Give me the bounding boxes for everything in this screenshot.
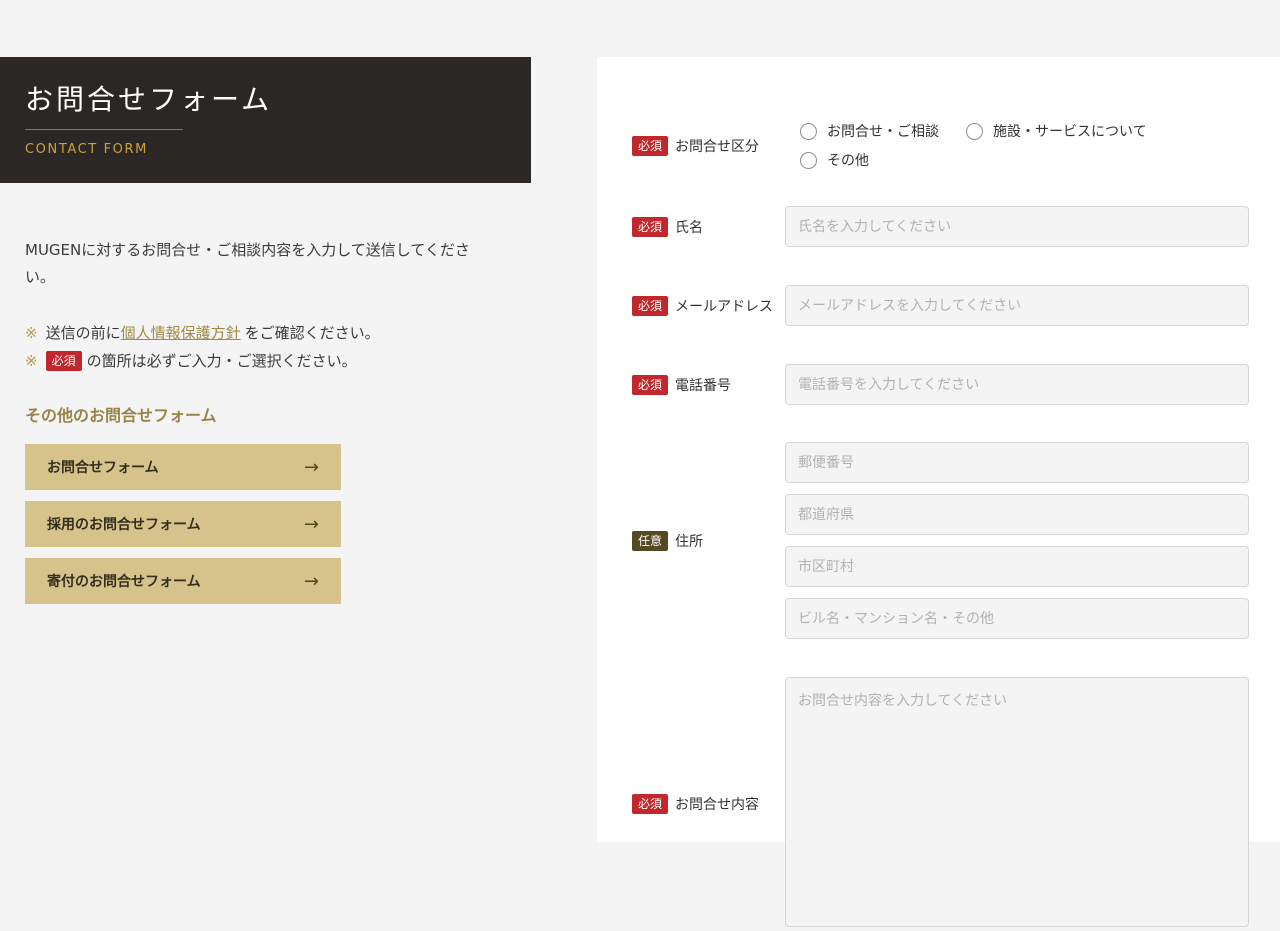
name-label: 必須 氏名 — [632, 217, 785, 237]
privacy-note-text: 送信の前に — [46, 320, 121, 348]
radio-option-label: 施設・サービスについて — [993, 121, 1147, 141]
radio-line: お問合せ・ご相談 施設・サービスについて — [800, 121, 1249, 141]
page-title: お問合せフォーム — [25, 78, 531, 118]
form-notes: ※ 送信の前に 個人情報保護方針 をご確認ください。 ※ 必須 の箇所は必ずご入… — [25, 320, 495, 375]
donation-contact-form-button[interactable]: 寄付のお問合せフォーム → — [25, 558, 341, 604]
category-label: 必須 お問合せ区分 — [632, 136, 785, 156]
contact-form-header: お問合せフォーム CONTACT FORM — [0, 57, 531, 183]
email-label: 必須 メールアドレス — [632, 296, 785, 316]
phone-row: 必須 電話番号 — [632, 364, 1249, 405]
radio-option-label: お問合せ・ご相談 — [827, 121, 939, 141]
optional-badge: 任意 — [632, 531, 668, 551]
field-label: 氏名 — [675, 217, 703, 237]
page-subtitle: CONTACT FORM — [25, 142, 531, 157]
phone-input[interactable] — [785, 364, 1249, 405]
button-label: 採用のお問合せフォーム — [47, 514, 201, 534]
required-badge: 必須 — [632, 794, 668, 814]
required-badge: 必須 — [632, 136, 668, 156]
field-label: 住所 — [675, 531, 703, 551]
prefecture-input[interactable] — [785, 494, 1249, 535]
button-label: 寄付のお問合せフォーム — [47, 571, 201, 591]
radio-option-label: その他 — [827, 150, 869, 170]
zip-input[interactable] — [785, 442, 1249, 483]
required-badge: 必須 — [46, 351, 82, 371]
other-forms-heading: その他のお問合せフォーム — [25, 402, 495, 426]
privacy-note-suffix: をご確認ください。 — [245, 320, 380, 348]
email-row: 必須 メールアドレス — [632, 285, 1249, 326]
radio-option-facility[interactable]: 施設・サービスについて — [966, 121, 1147, 141]
contact-form-button[interactable]: お問合せフォーム → — [25, 444, 341, 490]
privacy-policy-link[interactable]: 個人情報保護方針 — [121, 320, 241, 348]
building-input[interactable] — [785, 598, 1249, 639]
radio-button-icon[interactable] — [800, 123, 817, 140]
asterisk-marker: ※ — [25, 320, 38, 348]
sidebar-body: MUGENに対するお問合せ・ご相談内容を入力して送信してください。 ※ 送信の前… — [25, 237, 495, 615]
contact-form-panel: 必須 お問合せ区分 お問合せ・ご相談 施設・サービスについて その他 — [597, 57, 1280, 842]
required-note-text: の箇所は必ずご入力・ご選択ください。 — [87, 348, 357, 376]
name-input[interactable] — [785, 206, 1249, 247]
field-label: お問合せ内容 — [675, 794, 759, 814]
arrow-right-icon: → — [304, 514, 319, 535]
city-input[interactable] — [785, 546, 1249, 587]
other-forms-list: お問合せフォーム → 採用のお問合せフォーム → 寄付のお問合せフォーム → — [25, 444, 495, 604]
message-textarea[interactable] — [785, 677, 1249, 927]
category-radio-group: お問合せ・ご相談 施設・サービスについて その他 — [785, 121, 1249, 170]
privacy-note: ※ 送信の前に 個人情報保護方針 をご確認ください。 — [25, 320, 495, 348]
title-divider — [25, 129, 183, 130]
name-row: 必須 氏名 — [632, 206, 1249, 247]
message-row: 必須 お問合せ内容 — [632, 677, 1249, 931]
required-badge: 必須 — [632, 296, 668, 316]
asterisk-marker: ※ — [25, 348, 38, 376]
category-row: 必須 お問合せ区分 お問合せ・ご相談 施設・サービスについて その他 — [632, 121, 1249, 170]
required-note: ※ 必須 の箇所は必ずご入力・ご選択ください。 — [25, 348, 495, 376]
message-label: 必須 お問合せ内容 — [632, 794, 785, 814]
address-label: 任意 住所 — [632, 531, 785, 551]
required-badge: 必須 — [632, 217, 668, 237]
arrow-right-icon: → — [304, 457, 319, 478]
intro-text: MUGENに対するお問合せ・ご相談内容を入力して送信してください。 — [25, 237, 470, 291]
radio-button-icon[interactable] — [966, 123, 983, 140]
radio-button-icon[interactable] — [800, 152, 817, 169]
field-label: メールアドレス — [675, 296, 773, 316]
radio-line: その他 — [800, 150, 1249, 170]
radio-option-inquiry[interactable]: お問合せ・ご相談 — [800, 121, 939, 141]
required-badge: 必須 — [632, 375, 668, 395]
arrow-right-icon: → — [304, 571, 319, 592]
button-label: お問合せフォーム — [47, 457, 159, 477]
field-label: お問合せ区分 — [675, 136, 759, 156]
radio-option-other[interactable]: その他 — [800, 150, 869, 170]
address-inputs — [785, 442, 1249, 639]
phone-label: 必須 電話番号 — [632, 375, 785, 395]
field-label: 電話番号 — [675, 375, 731, 395]
email-input[interactable] — [785, 285, 1249, 326]
address-row: 任意 住所 — [632, 442, 1249, 639]
recruit-contact-form-button[interactable]: 採用のお問合せフォーム → — [25, 501, 341, 547]
